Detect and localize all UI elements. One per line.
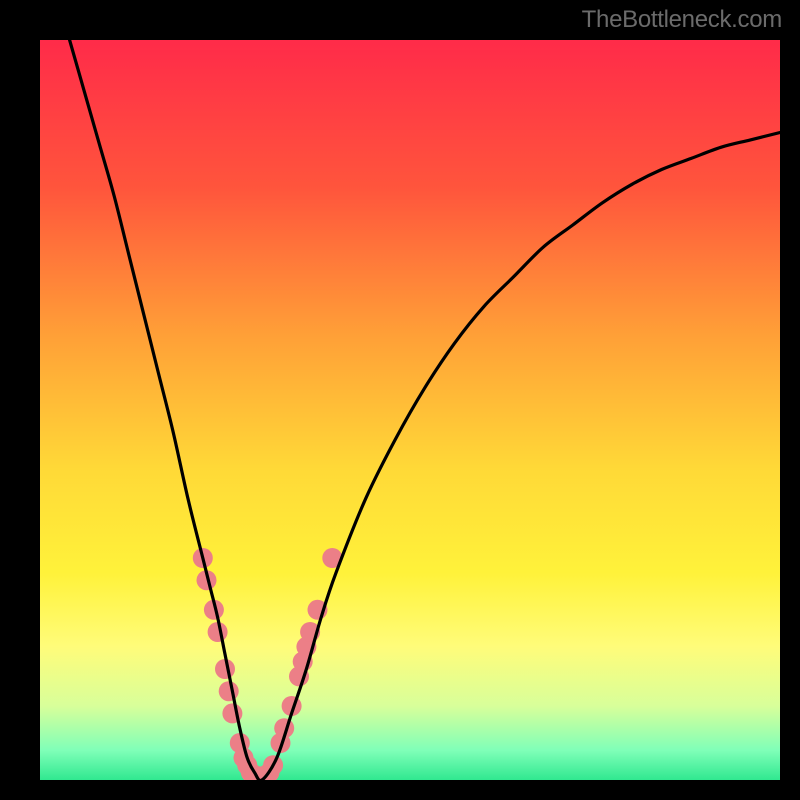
watermark-text: TheBottleneck.com bbox=[582, 6, 782, 34]
scatter-group bbox=[193, 548, 342, 780]
plot-area bbox=[40, 40, 780, 780]
chart-frame: TheBottleneck.com bbox=[0, 0, 800, 800]
curve-layer bbox=[40, 40, 780, 780]
scatter-point bbox=[219, 681, 239, 701]
bottleneck-curve bbox=[70, 40, 780, 780]
scatter-point bbox=[208, 622, 228, 642]
